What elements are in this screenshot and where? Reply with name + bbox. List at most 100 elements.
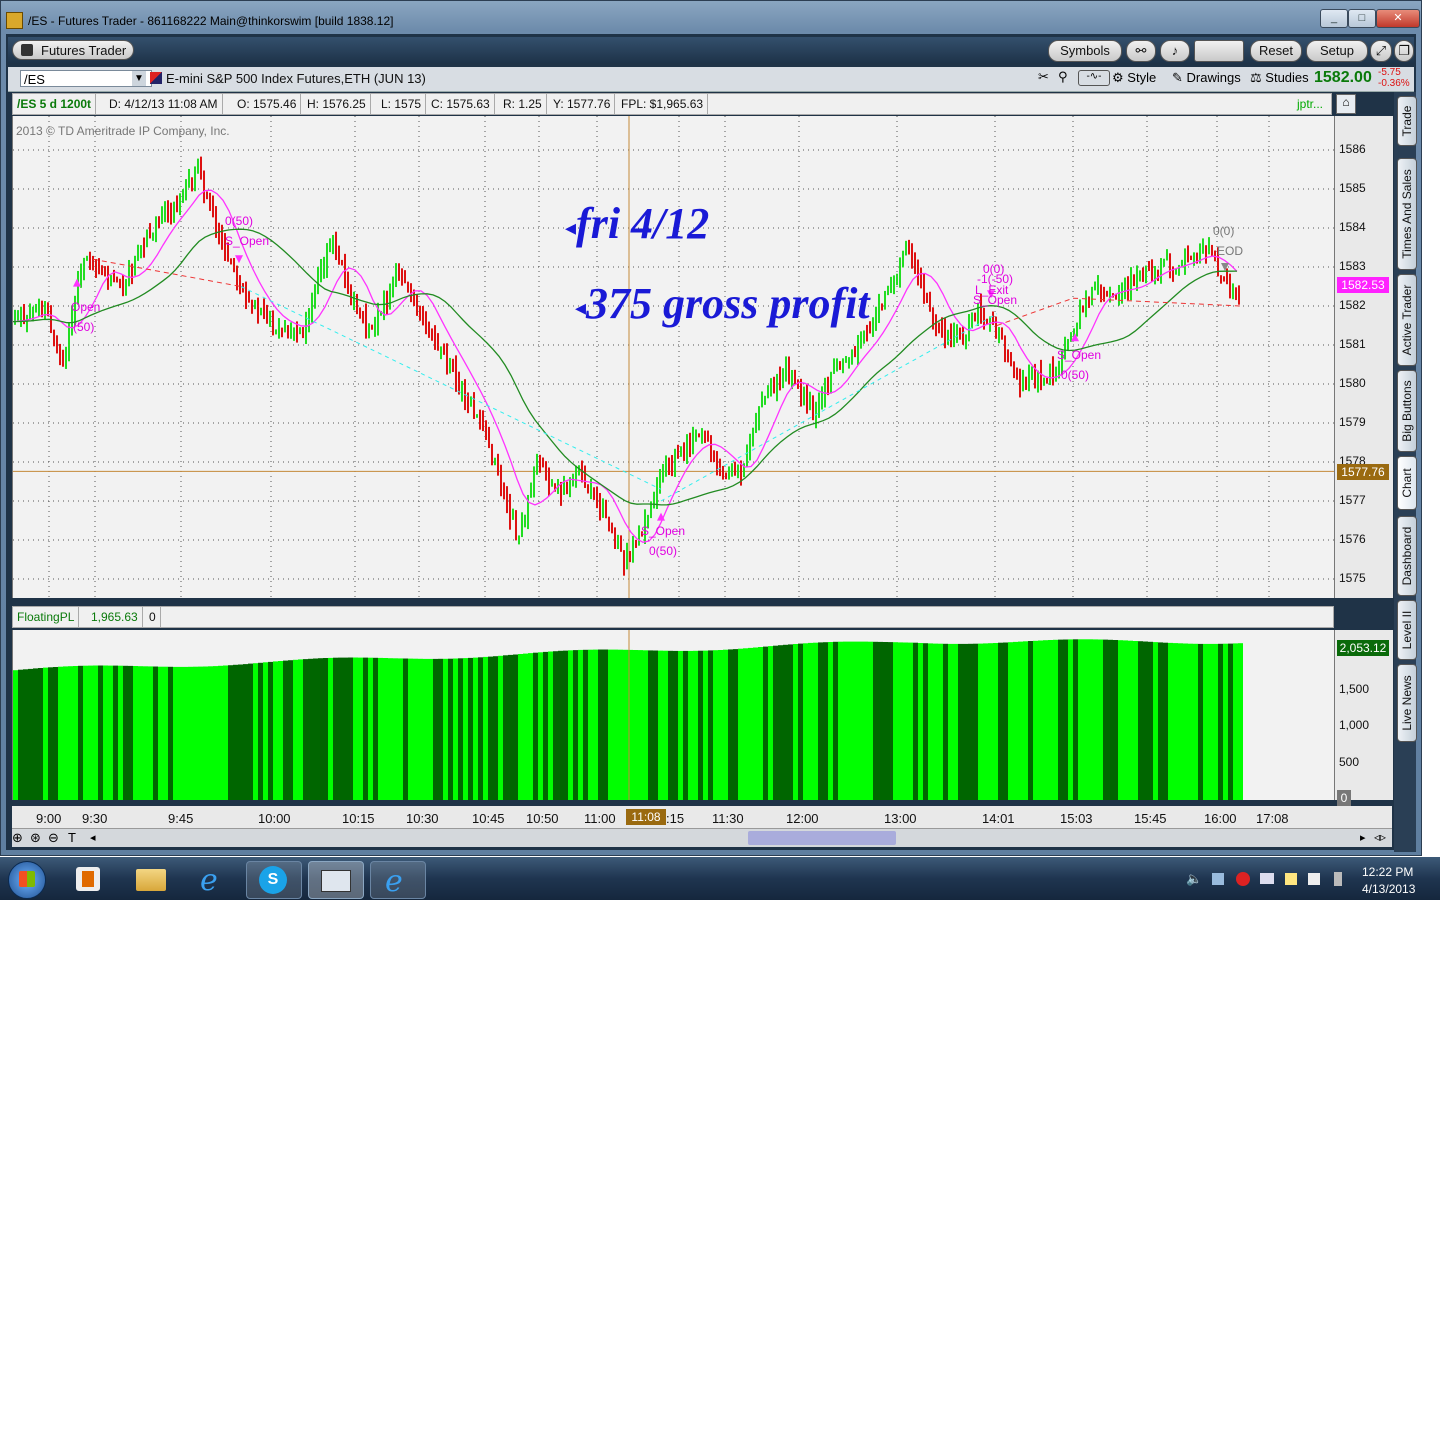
pl-bar — [443, 658, 448, 800]
drawings-button[interactable]: ✎ Drawings — [1172, 70, 1241, 86]
trade-label: (50) — [73, 320, 95, 334]
tab-active-trader[interactable]: Active Trader — [1397, 274, 1417, 366]
study-name[interactable]: FloatingPL — [13, 607, 80, 627]
style-button[interactable]: ⚙ Style — [1112, 70, 1156, 86]
pl-bar — [403, 658, 408, 800]
time-axis[interactable]: 9:00 9:30 9:45 10:00 10:15 10:30 10:45 10:50 11:… — [12, 806, 1392, 828]
antivirus-icon[interactable] — [1236, 872, 1250, 886]
color-box-button[interactable] — [1194, 40, 1244, 62]
pl-bar — [438, 658, 443, 800]
time-tick: 9:30 — [82, 811, 108, 826]
network-icon[interactable] — [1212, 873, 1224, 885]
trade-line — [1072, 297, 1242, 307]
maximize-button[interactable]: □ — [1348, 9, 1376, 28]
title-bar[interactable]: /ES - Futures Trader - 861168222 Main@th… — [4, 8, 1420, 34]
expand-icon[interactable]: ◃▹ — [1374, 830, 1386, 844]
flag-icon[interactable] — [1308, 873, 1320, 885]
price-chart[interactable]: 2013 © TD Ameritrade IP Company, Inc. ◂f… — [12, 116, 1335, 598]
monitor-icon[interactable] — [1260, 873, 1274, 884]
trade-label: S_Open — [1057, 348, 1102, 362]
pl-bar — [103, 665, 108, 800]
zoom-in-icon[interactable]: ⊕ — [12, 830, 28, 846]
tools-icon[interactable]: ✂ — [1038, 69, 1054, 87]
symbol-dropdown-icon[interactable]: ▼ — [132, 71, 146, 86]
tab-chart[interactable]: Chart — [1397, 456, 1417, 510]
pin-icon[interactable]: ⤢ — [1370, 40, 1392, 62]
price-tick: 1579 — [1339, 415, 1366, 429]
pl-bar — [1053, 639, 1058, 800]
link-icon[interactable]: ⚯ — [1126, 40, 1156, 62]
pl-bar — [358, 657, 363, 800]
trade-label: 0(50) — [649, 544, 678, 558]
pl-bar — [148, 666, 153, 800]
reset-button[interactable]: Reset — [1250, 40, 1302, 62]
volume-icon[interactable]: 🔈 — [1186, 871, 1202, 887]
pl-bar — [548, 651, 553, 800]
pl-bar — [1073, 639, 1078, 800]
pl-bar — [853, 641, 858, 800]
start-button[interactable] — [8, 861, 46, 899]
scroll-left-icon[interactable]: ◂ — [90, 831, 96, 844]
pl-bar — [463, 658, 468, 800]
pl-bar — [273, 661, 278, 800]
futures-trader-tab[interactable]: Futures Trader — [12, 40, 134, 60]
ie-icon[interactable]: e — [186, 861, 240, 898]
symbols-button[interactable]: Symbols — [1048, 40, 1122, 62]
media-player-icon[interactable] — [62, 861, 116, 897]
pl-bar — [918, 643, 923, 800]
floating-pl-chart[interactable] — [12, 630, 1335, 800]
chart-id[interactable]: /ES 5 d 1200t — [13, 94, 97, 114]
folder-icon[interactable] — [124, 861, 178, 897]
style-label: Style — [1127, 70, 1157, 85]
chart-settings-icon[interactable]: ⌂ — [1336, 94, 1356, 114]
pl-bar — [673, 650, 678, 800]
zoom-fit-icon[interactable]: ⊛ — [30, 830, 46, 846]
battery-icon[interactable] — [1334, 872, 1342, 886]
scroll-thumb[interactable] — [748, 831, 896, 845]
pl-bar — [683, 650, 688, 800]
pl-bar — [958, 643, 963, 800]
pl-bar — [33, 668, 38, 800]
chart-type-icon[interactable]: -∿- — [1078, 70, 1110, 86]
pl-bar — [1123, 640, 1128, 800]
zoom-out-icon[interactable]: ⊖ — [48, 830, 64, 846]
setup-button[interactable]: Setup — [1306, 40, 1368, 62]
chart-scrollbar[interactable]: ⊕ ⊛ ⊖ T ◂ ▸ ◃▹ — [12, 828, 1392, 847]
studies-button[interactable]: ⚖ Studies — [1250, 70, 1309, 86]
ie-window-icon[interactable]: e — [370, 861, 426, 899]
tab-trade[interactable]: Trade — [1397, 96, 1417, 146]
skype-icon[interactable]: S — [246, 861, 302, 899]
pl-bar — [78, 665, 83, 800]
pl-bar — [208, 666, 213, 800]
detach-icon[interactable]: ❐ — [1394, 40, 1414, 62]
pl-bar — [888, 642, 893, 800]
pl-bar — [448, 658, 453, 800]
scroll-right-icon[interactable]: ▸ — [1360, 831, 1366, 844]
tab-dashboard[interactable]: Dashboard — [1397, 516, 1417, 596]
close-button[interactable]: ✕ — [1376, 9, 1420, 28]
price-axis[interactable]: 1586 1585 1584 1583 1582 1581 1580 1579 1578 1577… — [1334, 116, 1393, 598]
clock-date[interactable]: 4/13/2013 — [1362, 882, 1415, 896]
thinkorswim-task-icon[interactable] — [308, 861, 364, 899]
notes-icon[interactable] — [1285, 873, 1297, 885]
floating-pl-canvas — [13, 630, 1243, 800]
pl-bar — [1168, 642, 1173, 800]
pl-bar — [178, 666, 183, 800]
text-tool-icon[interactable]: T — [68, 830, 84, 846]
price-tick: 1576 — [1339, 532, 1366, 546]
app-icon — [6, 12, 23, 29]
draw-line-icon[interactable]: ⚲ — [1058, 69, 1074, 87]
tab-live-news[interactable]: Live News — [1397, 664, 1417, 742]
tab-times-and-sales[interactable]: Times And Sales — [1397, 158, 1417, 270]
tab-big-buttons[interactable]: Big Buttons — [1397, 370, 1417, 452]
bell-icon[interactable]: ♪ — [1160, 40, 1190, 62]
clock-time[interactable]: 12:22 PM — [1362, 865, 1413, 879]
pl-zero-marker: 0 — [1337, 790, 1351, 806]
pl-tick: 1,500 — [1339, 682, 1370, 696]
time-tick: 9:45 — [168, 811, 194, 826]
pl-bar — [418, 658, 423, 800]
minimize-button[interactable]: _ — [1320, 9, 1348, 28]
time-tick: 17:08 — [1256, 811, 1289, 826]
tab-level-ii[interactable]: Level II — [1397, 600, 1417, 660]
time-tick: 11:00 — [584, 811, 616, 826]
